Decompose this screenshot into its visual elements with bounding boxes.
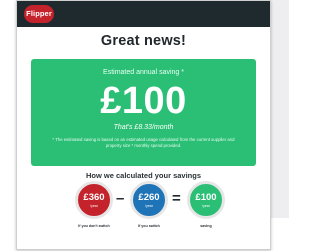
saving-caption: saving bbox=[200, 224, 212, 228]
top-bar: Flipper bbox=[17, 1, 270, 27]
new-cost-period: /year bbox=[145, 204, 153, 208]
current-cost-period: /year bbox=[90, 204, 98, 208]
new-cost-amount: £260 bbox=[138, 192, 160, 203]
current-cost-amount: £360 bbox=[83, 192, 105, 203]
saving-disclaimer: * The estimated saving is based on an es… bbox=[52, 137, 235, 149]
annual-saving-amount: £100 bbox=[100, 80, 187, 122]
app-window: Flipper Great news! Estimated annual sav… bbox=[16, 0, 271, 250]
current-cost-circle: £360 /year bbox=[75, 181, 113, 219]
equals-sign: = bbox=[172, 190, 181, 207]
new-cost-caption: If you switch bbox=[138, 224, 160, 228]
page-title: Great news! bbox=[100, 33, 187, 49]
flipper-logo[interactable]: Flipper bbox=[24, 5, 54, 23]
monthly-saving: That's £8.33/month bbox=[113, 124, 174, 131]
minus-sign: – bbox=[116, 190, 125, 207]
current-cost-caption: If you don't switch bbox=[78, 224, 110, 228]
calculation-heading: How we calculated your savings bbox=[85, 171, 202, 180]
saving-amount: £100 bbox=[195, 192, 217, 203]
new-cost-circle: £260 /year bbox=[130, 181, 168, 219]
saving-period: /year bbox=[202, 204, 210, 208]
saving-circle: £100 /year bbox=[187, 181, 225, 219]
savings-card: Estimated annual saving * £100 That's £8… bbox=[31, 59, 256, 166]
savings-card-title: Estimated annual saving * bbox=[103, 69, 184, 76]
